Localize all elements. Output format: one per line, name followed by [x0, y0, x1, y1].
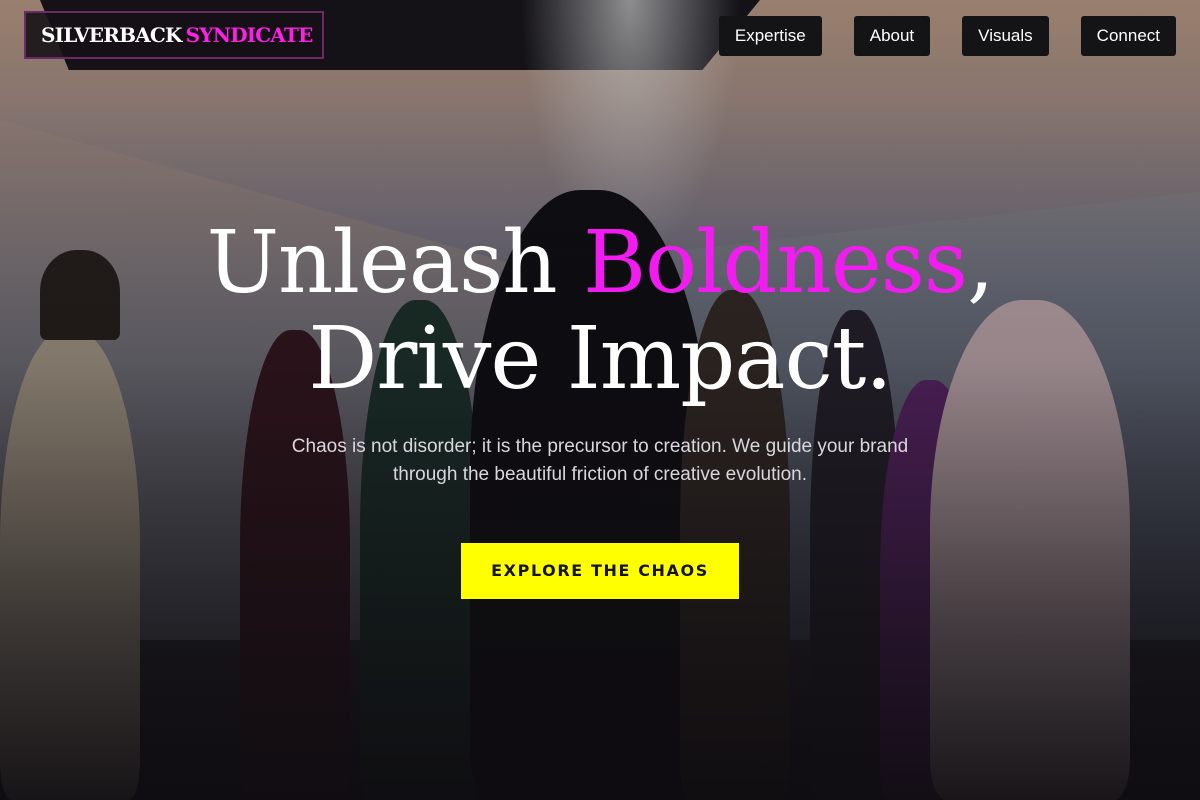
nav-expertise-button[interactable]: Expertise: [718, 16, 822, 56]
main-nav: Expertise About Visuals Connect: [718, 16, 1176, 56]
brand-logo[interactable]: SILVERBACK SYNDICATE: [24, 11, 324, 59]
headline-line2: Drive Impact.: [308, 309, 892, 409]
hero-headline: Unleash Boldness, Drive Impact.: [0, 215, 1200, 407]
brand-name-accent: SYNDICATE: [185, 23, 314, 47]
nav-connect-button[interactable]: Connect: [1080, 16, 1176, 56]
headline-text: Unleash: [206, 213, 583, 313]
hero-section: Unleash Boldness, Drive Impact. Chaos is…: [0, 215, 1200, 599]
headline-accent-word: Boldness: [582, 213, 968, 313]
nav-visuals-button[interactable]: Visuals: [962, 16, 1049, 56]
hero-subtext: Chaos is not disorder; it is the precurs…: [291, 436, 909, 485]
headline-comma: ,: [967, 213, 994, 313]
brand-name-primary: SILVERBACK: [41, 23, 182, 47]
site-header: SILVERBACK SYNDICATE Expertise About Vis…: [0, 0, 1200, 80]
explore-chaos-button[interactable]: EXPLORE THE CHAOS: [461, 543, 739, 599]
nav-about-button[interactable]: About: [853, 16, 931, 56]
